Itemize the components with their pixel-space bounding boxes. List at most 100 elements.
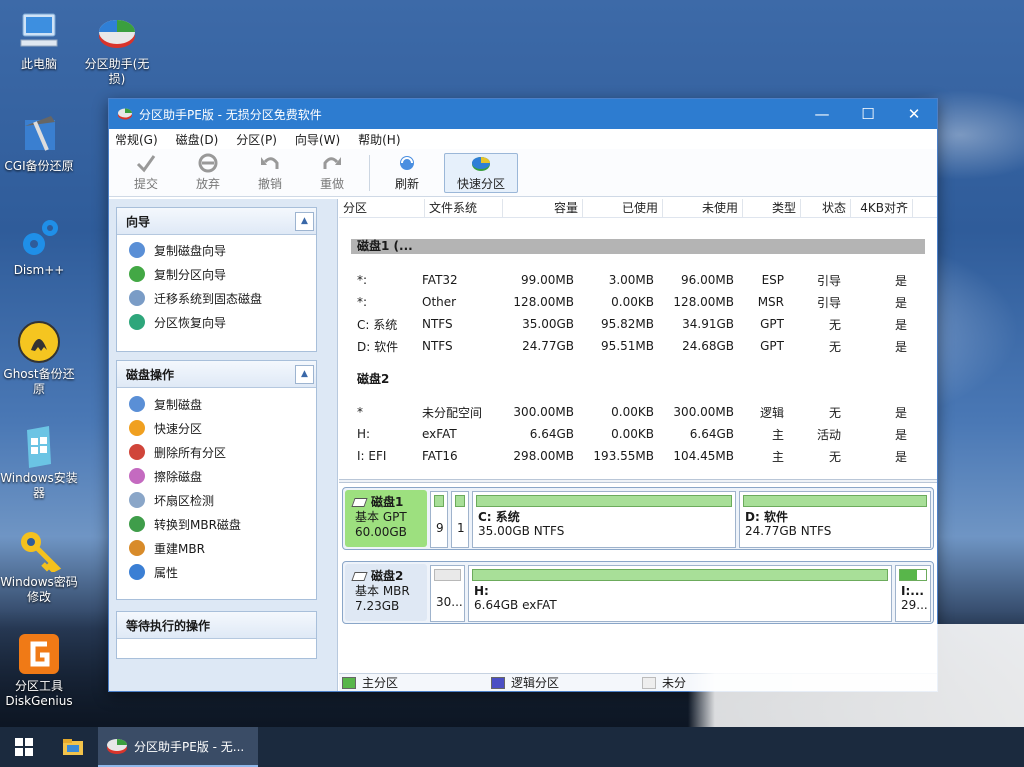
disk2-map-label[interactable]: 磁盘2 基本 MBR 7.23GB — [345, 564, 427, 621]
cell-status: 无 — [828, 339, 841, 354]
cell-partition: *: — [357, 295, 368, 309]
table-row[interactable]: C: 系统 NTFS 35.00GB 95.82MB 34.91GB GPT 无 是 — [339, 313, 935, 335]
maximize-button[interactable]: ☐ — [845, 99, 891, 129]
wizard-item-copy-disk[interactable]: 复制磁盘向导 — [117, 238, 316, 262]
part-info: 24.77GB NTFS — [745, 524, 832, 538]
minimize-button[interactable]: — — [799, 99, 845, 129]
op-copy-disk[interactable]: 复制磁盘 — [117, 392, 316, 416]
menu-help[interactable]: 帮助(H) — [358, 131, 400, 148]
table-row[interactable]: *: Other 128.00MB 0.00KB 128.00MB MSR 引导 是 — [339, 291, 935, 313]
start-button[interactable] — [0, 727, 48, 767]
menu-general[interactable]: 常规(G) — [115, 131, 158, 148]
menu-wizard[interactable]: 向导(W) — [295, 131, 340, 148]
discard-button[interactable]: 放弃 — [177, 153, 239, 193]
disk2-part-h[interactable]: H: 6.64GB exFAT — [468, 565, 892, 622]
partition-assistant-icon — [107, 739, 127, 754]
disk2-part-i[interactable]: I:... 29... — [895, 565, 931, 622]
op-properties[interactable]: 属性 — [117, 560, 316, 584]
taskbar-app-partition-assistant[interactable]: 分区助手PE版 - 无... — [98, 727, 258, 767]
redo-icon — [323, 157, 341, 169]
desktop-icon-ghost[interactable]: Ghost备份还原 — [0, 320, 78, 397]
pane-splitter[interactable] — [339, 479, 937, 483]
op-rebuild-mbr[interactable]: 重建MBR — [117, 536, 316, 560]
quick-partition-icon — [472, 156, 490, 171]
disk2-map[interactable]: 磁盘2 基本 MBR 7.23GB 30... H: 6.64GB exFAT I… — [342, 561, 934, 624]
wizard-item-copy-partition[interactable]: 复制分区向导 — [117, 262, 316, 286]
table-row[interactable]: I: EFI FAT16 298.00MB 193.55MB 104.45MB 主 无 是 — [339, 445, 935, 467]
cell-capacity: 300.00MB — [513, 405, 574, 419]
wizard-item-label: 分区恢复向导 — [154, 315, 227, 330]
computer-icon — [17, 10, 61, 54]
op-wipe-disk[interactable]: 擦除磁盘 — [117, 464, 316, 488]
file-explorer-button[interactable] — [48, 727, 98, 767]
disk2-group-header[interactable]: 磁盘2 — [357, 370, 389, 387]
wizard-item-recovery[interactable]: 分区恢复向导 — [117, 310, 316, 334]
op-delete-all[interactable]: 删除所有分区 — [117, 440, 316, 464]
disk1-map[interactable]: 磁盘1 基本 GPT 60.00GB 9 1 C: 系统 35.00GB NTFS… — [342, 487, 934, 550]
menu-partition[interactable]: 分区(P) — [236, 131, 277, 148]
desktop-icon-cgi[interactable]: CGI备份还原 — [0, 112, 78, 174]
op-label: 转换到MBR磁盘 — [154, 517, 241, 532]
quick-partition-label: 快速分区 — [456, 176, 505, 191]
cell-capacity: 6.64GB — [529, 427, 574, 441]
desktop-icon-this-pc[interactable]: 此电脑 — [0, 10, 78, 72]
cell-free: 96.00MB — [681, 273, 734, 287]
collapse-icon[interactable]: ▲ — [295, 364, 314, 384]
disk1-part-msr[interactable]: 1 — [451, 491, 469, 548]
col-partition[interactable]: 分区 — [339, 199, 425, 217]
desktop-icon-dism[interactable]: Dism++ — [0, 216, 78, 278]
quick-partition-button[interactable]: 快速分区 — [444, 152, 518, 193]
disk1-part-c[interactable]: C: 系统 35.00GB NTFS — [472, 491, 736, 548]
close-button[interactable]: ✕ — [891, 99, 937, 129]
col-filesystem[interactable]: 文件系统 — [425, 199, 503, 217]
table-row[interactable]: *: FAT32 99.00MB 3.00MB 96.00MB ESP 引导 是 — [339, 269, 935, 291]
col-type[interactable]: 类型 — [743, 199, 801, 217]
table-row[interactable]: D: 软件 NTFS 24.77GB 95.51MB 24.68GB GPT 无 是 — [339, 335, 935, 357]
partition-table-header: 分区 文件系统 容量 已使用 未使用 类型 状态 4KB对齐 — [339, 199, 937, 218]
col-used[interactable]: 已使用 — [583, 199, 663, 217]
desktop-icon-label: Ghost备份还原 — [3, 367, 75, 396]
disk1-map-label[interactable]: 磁盘1 基本 GPT 60.00GB — [345, 490, 427, 547]
disk1-group-header[interactable]: 磁盘1 (... — [351, 239, 925, 254]
title-bar[interactable]: 分区助手PE版 - 无损分区免费软件 — ☐ ✕ — [109, 99, 937, 129]
col-4k[interactable]: 4KB对齐 — [851, 199, 913, 217]
table-row[interactable]: * 未分配空间 300.00MB 0.00KB 300.00MB 逻辑 无 是 — [339, 401, 935, 423]
desktop-icon-partition-assistant[interactable]: 分区助手(无损) — [78, 10, 156, 87]
op-convert-mbr[interactable]: 转换到MBR磁盘 — [117, 512, 316, 536]
legend-logical: 逻辑分区 — [511, 676, 560, 690]
wizard-item-migrate-ssd[interactable]: 迁移系统到固态磁盘 — [117, 286, 316, 310]
op-quick-partition[interactable]: 快速分区 — [117, 416, 316, 440]
part-label: 1 — [457, 521, 465, 535]
op-bad-sector[interactable]: 坏扇区检测 — [117, 488, 316, 512]
desktop-icon-password[interactable]: Windows密码修改 — [0, 528, 78, 605]
col-status[interactable]: 状态 — [801, 199, 851, 217]
table-row[interactable]: H: exFAT 6.64GB 0.00KB 6.64GB 主 活动 是 — [339, 423, 935, 445]
desktop-icon-label: 分区助手(无损) — [84, 57, 150, 86]
legend-unallocated: 未分 — [662, 676, 687, 690]
col-capacity[interactable]: 容量 — [503, 199, 583, 217]
menu-disk[interactable]: 磁盘(D) — [176, 131, 219, 148]
part-name: C: 系统 — [478, 510, 520, 524]
cell-used: 0.00KB — [611, 427, 654, 441]
cgi-backup-icon — [17, 112, 61, 156]
desktop-icon-diskgenius[interactable]: 分区工具DiskGenius — [0, 632, 78, 709]
disk1-part-esp[interactable]: 9 — [430, 491, 448, 548]
disk1-part-d[interactable]: D: 软件 24.77GB NTFS — [739, 491, 931, 548]
desktop-icon-windows-installer[interactable]: Windows安装器 — [0, 424, 78, 501]
lightning-icon — [129, 420, 145, 436]
pending-panel: 等待执行的操作 — [116, 611, 317, 659]
redo-button[interactable]: 重做 — [301, 153, 363, 193]
part-info: 6.64GB exFAT — [474, 598, 557, 612]
discard-label: 放弃 — [195, 177, 220, 191]
undo-button[interactable]: 撤销 — [239, 153, 301, 193]
commit-button[interactable]: 提交 — [115, 153, 177, 193]
disk2-part-unallocated[interactable]: 30... — [430, 565, 465, 622]
op-label: 属性 — [154, 565, 179, 580]
copy-partition-icon — [129, 266, 145, 282]
cell-capacity: 99.00MB — [521, 273, 574, 287]
cell-partition: * — [357, 405, 363, 419]
part-info: 35.00GB NTFS — [478, 524, 565, 538]
collapse-icon[interactable]: ▲ — [295, 211, 314, 231]
col-free[interactable]: 未使用 — [663, 199, 743, 217]
refresh-button[interactable]: 刷新 — [376, 153, 438, 193]
